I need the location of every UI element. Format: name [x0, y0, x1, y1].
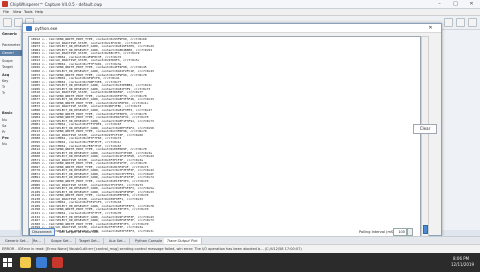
capture-button[interactable] [444, 18, 453, 27]
close-icon[interactable]: ✕ [464, 0, 479, 9]
polling-interval-label: Polling Interval (mS) [359, 230, 395, 234]
new-project-button[interactable] [3, 18, 12, 27]
setting-trace-1: Tr [2, 85, 6, 89]
status-bar: ERROR - IOError in read: [Errno None] li… [0, 244, 480, 253]
scrollbar-thumb[interactable] [423, 225, 428, 234]
section-generic[interactable]: Generi [0, 50, 22, 56]
dialog-close-icon[interactable]: ✕ [421, 24, 440, 33]
status-message: ERROR - IOError in read: [Errno None] li… [2, 247, 302, 251]
setting-num-2: Nu [2, 142, 7, 146]
stop-button[interactable] [468, 18, 477, 27]
polling-interval-input[interactable]: 100 [393, 228, 407, 236]
minimize-icon[interactable]: – [432, 0, 447, 9]
python-output-dialog: python.exe ✕ 18912 <-- Cmd:SEND_WRITE_PR… [22, 23, 442, 239]
setting-num: Nu [2, 118, 7, 122]
disconnect-button[interactable]: Disconnect [29, 228, 55, 236]
app-logo-icon [2, 1, 8, 7]
menu-file[interactable]: File [3, 10, 9, 14]
python-icon [26, 26, 32, 31]
dialog-title-bar: python.exe ✕ [23, 24, 441, 33]
setting-scope: Scope [2, 59, 13, 63]
menu-bar: File View Tools Help [0, 9, 480, 16]
setting-trace-2: Tr [2, 91, 6, 95]
python-taskbar-icon[interactable] [36, 257, 47, 268]
chipwhisperer-taskbar-icon[interactable] [52, 257, 63, 268]
menu-view[interactable]: View [13, 10, 21, 14]
log-output[interactable]: 18912 <-- Cmd:SEND_WRITE_PROT_TYPE, cont… [28, 36, 421, 239]
settings-panel: Generic Parameter Generi Scope Target Ac… [0, 30, 22, 230]
panel-tab-generic[interactable]: Generic [2, 32, 17, 36]
taskbar: 8:06 PM 12/11/2019 [0, 253, 480, 272]
capture-many-button[interactable] [456, 18, 465, 27]
dock-tab-bar: Generic Set... Re... Scope Set... Target… [0, 236, 480, 245]
section-basic[interactable]: Basic [2, 111, 12, 115]
setting-key: Key [2, 79, 9, 83]
clear-button[interactable]: Clear [413, 124, 437, 134]
section-acquisition[interactable]: Acq [2, 73, 9, 77]
polling-interval-stepper[interactable] [407, 228, 413, 236]
target-label: Set target to main GUI [59, 230, 99, 234]
maximize-icon[interactable]: □ [448, 0, 463, 9]
setting-target: Target [2, 65, 13, 69]
clock-date: 12/11/2019 [451, 262, 475, 267]
panel-tab-parameter[interactable]: Parameter [2, 43, 20, 47]
log-scrollbar[interactable] [421, 36, 429, 239]
section-project[interactable]: Pro [2, 136, 9, 140]
file-explorer-icon[interactable] [20, 257, 31, 268]
dialog-title: python.exe [35, 26, 58, 31]
menu-tools[interactable]: Tools [24, 10, 33, 14]
app-title-bar: ChipWhisperer™ Capture V4.0.5 - default.… [0, 0, 480, 9]
windows-start-icon[interactable] [3, 258, 12, 267]
clock-time: 8:06 PM [453, 256, 470, 261]
app-title: ChipWhisperer™ Capture V4.0.5 - default.… [10, 2, 103, 7]
setting-presamples: Pr [2, 130, 6, 134]
menu-help[interactable]: Help [35, 10, 43, 14]
setting-samples: Sa [2, 124, 7, 128]
